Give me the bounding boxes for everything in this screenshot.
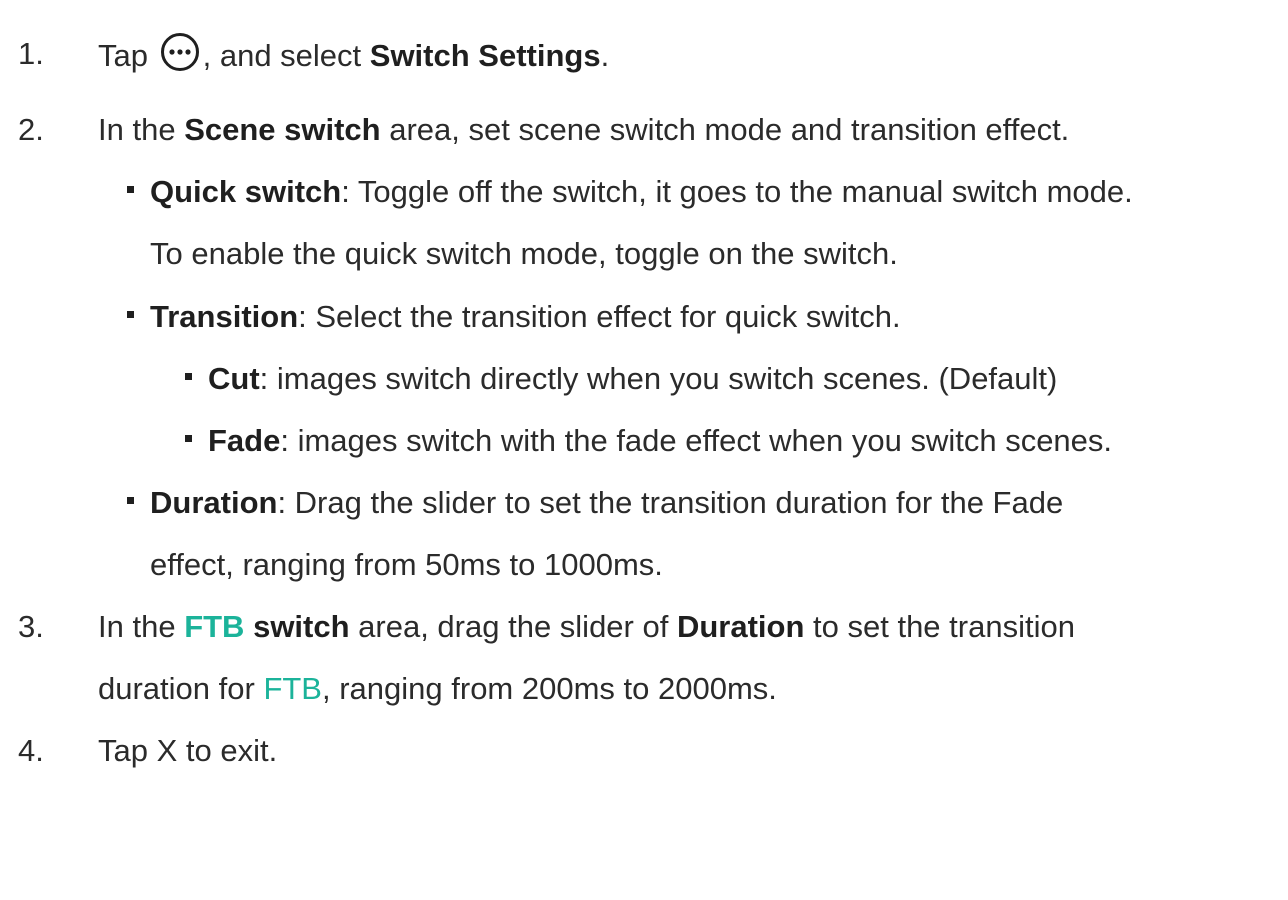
bullet-duration: Duration: Drag the slider to set the tra… xyxy=(150,485,1064,520)
bullet-marker xyxy=(127,311,134,318)
ftb-term: FTB xyxy=(263,671,322,706)
bullet-quick-switch-line2: To enable the quick switch mode, toggle … xyxy=(150,236,898,271)
bullet-marker xyxy=(127,497,134,504)
step-number: 1. xyxy=(18,36,44,71)
bullet-marker xyxy=(127,186,134,193)
step-4-text: Tap X to exit. xyxy=(98,733,278,768)
bullet-transition: Transition: Select the transition effect… xyxy=(150,299,901,334)
bullet-marker xyxy=(185,373,192,380)
step-1: 1. xyxy=(18,38,44,69)
bullet-quick-switch: Quick switch: Toggle off the switch, it … xyxy=(150,174,1133,209)
bullet-cut: Cut: images switch directly when you swi… xyxy=(208,361,1058,396)
step-3-text: In the FTB switch area, drag the slider … xyxy=(98,609,1075,644)
switch-settings-label: Switch Settings xyxy=(369,38,601,74)
bullet-fade: Fade: images switch with the fade effect… xyxy=(208,423,1113,458)
step-3: 3. xyxy=(18,609,44,644)
bullet-duration-line2: effect, ranging from 50ms to 1000ms. xyxy=(150,547,663,582)
step-3-line2: duration for FTB, ranging from 200ms to … xyxy=(98,671,777,706)
more-options-icon xyxy=(160,33,199,71)
step-1-text: Tap , and select Switch Settings. xyxy=(98,33,609,78)
step-2-text: In the Scene switch area, set scene swit… xyxy=(98,112,1070,147)
ftb-term: FTB xyxy=(184,609,245,644)
bullet-marker xyxy=(185,435,192,442)
step-2: 2. xyxy=(18,112,44,147)
step-4: 4. xyxy=(18,733,44,768)
